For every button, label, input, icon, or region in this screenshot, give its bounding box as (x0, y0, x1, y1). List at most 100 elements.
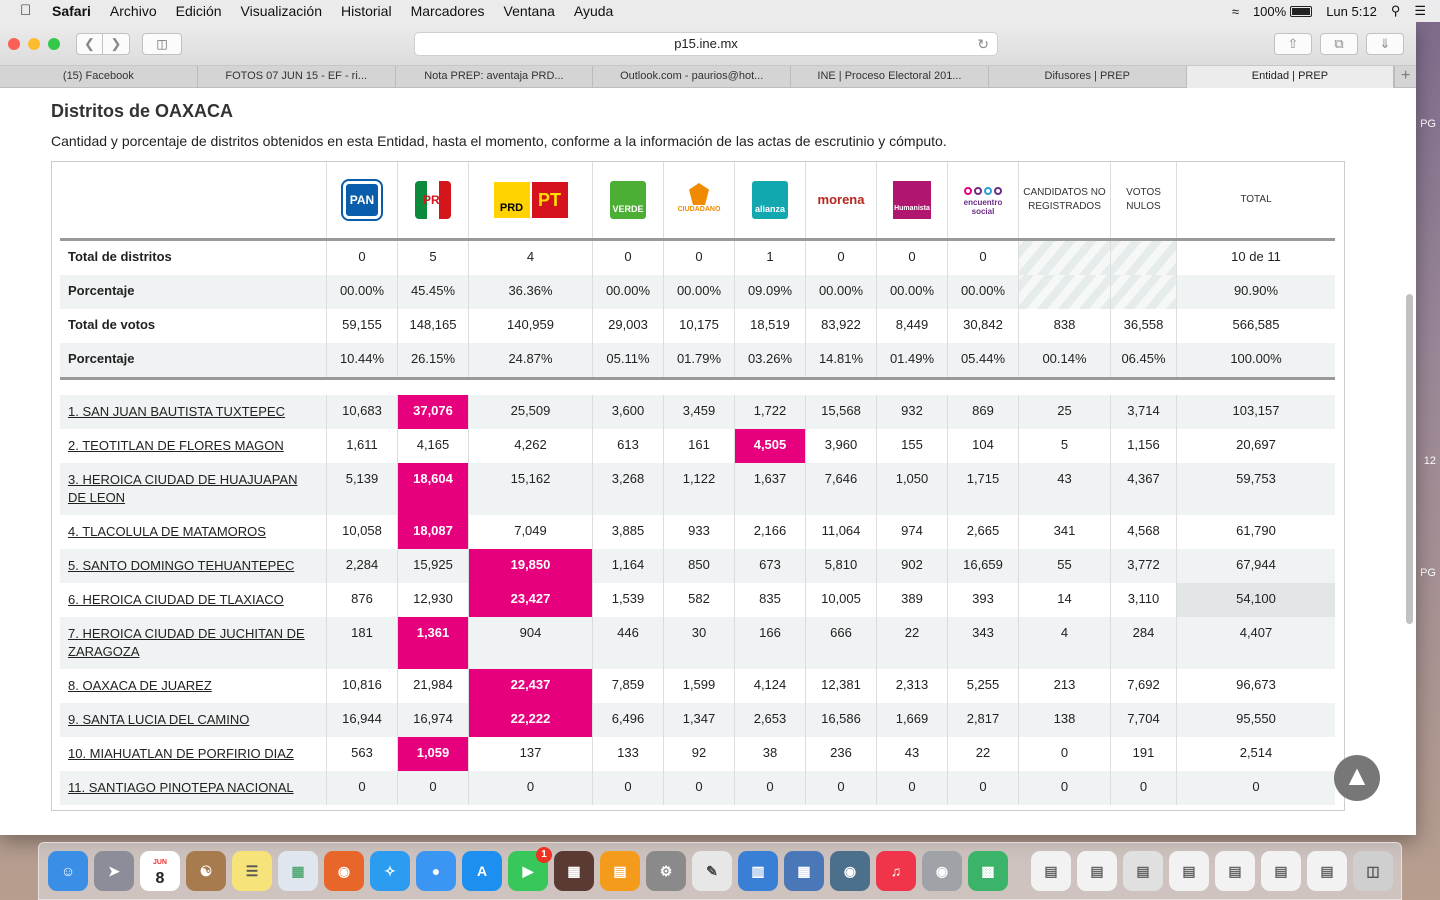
tab-nota-prep[interactable]: Nota PREP: aventaja PRD... (396, 66, 594, 88)
table-cell: 5,139 (327, 463, 398, 515)
photo-booth-icon[interactable]: ▦ (554, 851, 594, 891)
district-link[interactable]: 2. TEOTITLAN DE FLORES MAGON (60, 429, 327, 463)
apple-menu-icon[interactable]:  (20, 3, 38, 19)
document-thumb-icon[interactable]: ▤ (1215, 851, 1255, 891)
table-cell: 563 (327, 737, 398, 771)
table-cell: 974 (877, 515, 948, 549)
district-link[interactable]: 1. SAN JUAN BAUTISTA TUXTEPEC (60, 395, 327, 429)
district-link[interactable]: 4. TLACOLULA DE MATAMOROS (60, 515, 327, 549)
trash-icon[interactable]: ◫ (1353, 851, 1393, 891)
pan-logo-icon: PAN (341, 179, 383, 221)
image-capture-icon[interactable]: ◉ (922, 851, 962, 891)
table-cell: 236 (806, 737, 877, 771)
document-thumb-icon[interactable]: ▤ (1307, 851, 1347, 891)
iphoto-icon[interactable]: ◉ (830, 851, 870, 891)
table-cell: 673 (735, 549, 806, 583)
header-es: encuentro social (948, 162, 1019, 238)
forward-button[interactable]: ❯ (103, 32, 130, 55)
downloads-button[interactable]: ⇓ (1366, 33, 1404, 55)
menu-edicion[interactable]: Edición (176, 3, 222, 19)
table-cell: 4,407 (1177, 617, 1335, 669)
menu-ayuda[interactable]: Ayuda (574, 3, 613, 19)
preview-icon[interactable]: ▦ (278, 851, 318, 891)
reload-icon[interactable]: ↻ (977, 33, 989, 55)
summary-cell: 00.00% (593, 275, 664, 309)
minimize-window-button[interactable] (28, 37, 40, 50)
share-button[interactable]: ⇧ (1274, 33, 1312, 55)
back-button[interactable]: ❮ (76, 32, 103, 55)
menu-historial[interactable]: Historial (341, 3, 392, 19)
tab-facebook[interactable]: (15) Facebook (0, 66, 198, 88)
menu-archivo[interactable]: Archivo (110, 3, 157, 19)
table-cell: 20,697 (1236, 437, 1276, 452)
clock[interactable]: Lun 5:12 (1326, 4, 1377, 19)
document-thumb-icon[interactable]: ▤ (1261, 851, 1301, 891)
summary-cell: 36,558 (1111, 309, 1177, 343)
new-tab-button[interactable]: + (1394, 66, 1416, 88)
wifi-icon[interactable]: ≈ (1232, 4, 1239, 19)
summary-cell: 09.09% (735, 275, 806, 309)
numbers-icon[interactable]: ▩ (968, 851, 1008, 891)
document-thumb-icon[interactable]: ▤ (1169, 851, 1209, 891)
battery-icon[interactable] (1290, 5, 1313, 17)
table-cell: 341 (1019, 515, 1111, 549)
sidebar-toggle-button[interactable]: ◫ (142, 32, 182, 55)
notes-icon[interactable]: ☰ (232, 851, 272, 891)
notification-center-icon[interactable]: ☰ (1414, 3, 1426, 19)
document-thumb-icon[interactable]: ▤ (1077, 851, 1117, 891)
menu-app[interactable]: Safari (52, 3, 91, 19)
spotlight-icon[interactable]: ⚲ (1391, 3, 1401, 19)
document-thumb-icon[interactable]: ▤ (1123, 851, 1163, 891)
finder-icon[interactable]: ☺ (48, 851, 88, 891)
summary-cell: 10 de 11 (1231, 249, 1281, 264)
district-link[interactable]: 11. SANTIAGO PINOTEPA NACIONAL (60, 771, 327, 805)
tab-overview-button[interactable]: ⧉ (1320, 33, 1358, 55)
district-link[interactable]: 3. HEROICA CIUDAD DE HUAJUAPAN DE LEON (60, 463, 327, 515)
keynote-icon[interactable]: ▥ (738, 851, 778, 891)
firefox-icon[interactable]: ◉ (324, 851, 364, 891)
table-cell: 0 (948, 771, 1019, 805)
app-store-icon[interactable]: A (462, 851, 502, 891)
ibooks-icon[interactable]: ▤ (600, 851, 640, 891)
table-cell: 0 (469, 771, 593, 805)
tab-difusores[interactable]: Difusores | PREP (989, 66, 1187, 88)
vertical-scrollbar[interactable] (1406, 294, 1413, 624)
district-link[interactable]: 10. MIAHUATLAN DE PORFIRIO DIAZ (60, 737, 327, 771)
table-cell: 25,509 (469, 395, 593, 429)
summary-cell: 01.79% (664, 343, 735, 377)
messages-icon[interactable]: ● (416, 851, 456, 891)
district-link[interactable]: 5. SANTO DOMINGO TEHUANTEPEC (60, 549, 327, 583)
menu-marcadores[interactable]: Marcadores (411, 3, 485, 19)
tab-ine[interactable]: INE | Proceso Electoral 201... (791, 66, 989, 88)
contacts-icon[interactable]: ☯ (186, 851, 226, 891)
facetime-icon[interactable]: ▶ 1 (508, 847, 552, 891)
summary-cell: 59,155 (327, 309, 398, 343)
launchpad-icon[interactable]: ➤ (94, 851, 134, 891)
scroll-to-top-button[interactable]: ▲ (1334, 755, 1380, 801)
textedit-icon[interactable]: ✎ (692, 851, 732, 891)
district-link[interactable]: 6. HEROICA CIUDAD DE TLAXIACO (60, 583, 327, 617)
summary-cell: 10.44% (327, 343, 398, 377)
address-bar[interactable]: p15.ine.mx ↻ (414, 32, 998, 56)
tab-fotos[interactable]: FOTOS 07 JUN 15 - EF - ri... (198, 66, 396, 88)
district-link[interactable]: 8. OAXACA DE JUAREZ (60, 669, 327, 703)
tab-entidad[interactable]: Entidad | PREP (1186, 66, 1395, 88)
header-humanista: Humanista (877, 162, 948, 238)
system-preferences-icon[interactable]: ⚙ (646, 851, 686, 891)
safari-icon[interactable]: ✧ (370, 851, 410, 891)
zoom-window-button[interactable] (48, 37, 60, 50)
calendar-day: 8 (155, 870, 165, 887)
menu-visualizacion[interactable]: Visualización (241, 3, 322, 19)
itunes-icon[interactable]: ♫ (876, 851, 916, 891)
menu-ventana[interactable]: Ventana (504, 3, 555, 19)
url-text: p15.ine.mx (674, 36, 738, 51)
battery-percent[interactable]: 100% (1253, 4, 1286, 19)
tab-outlook[interactable]: Outlook.com - paurios@hot... (593, 66, 792, 88)
district-link[interactable]: 9. SANTA LUCIA DEL CAMINO (60, 703, 327, 737)
district-link[interactable]: 7. HEROICA CIUDAD DE JUCHITAN DE ZARAGOZ… (60, 617, 327, 669)
table-cell: 16,974 (398, 703, 469, 737)
calendar-icon[interactable]: JUN 8 (140, 851, 180, 891)
document-thumb-icon[interactable]: ▤ (1031, 851, 1071, 891)
close-window-button[interactable] (8, 37, 20, 50)
preview-app-icon[interactable]: ▦ (784, 851, 824, 891)
